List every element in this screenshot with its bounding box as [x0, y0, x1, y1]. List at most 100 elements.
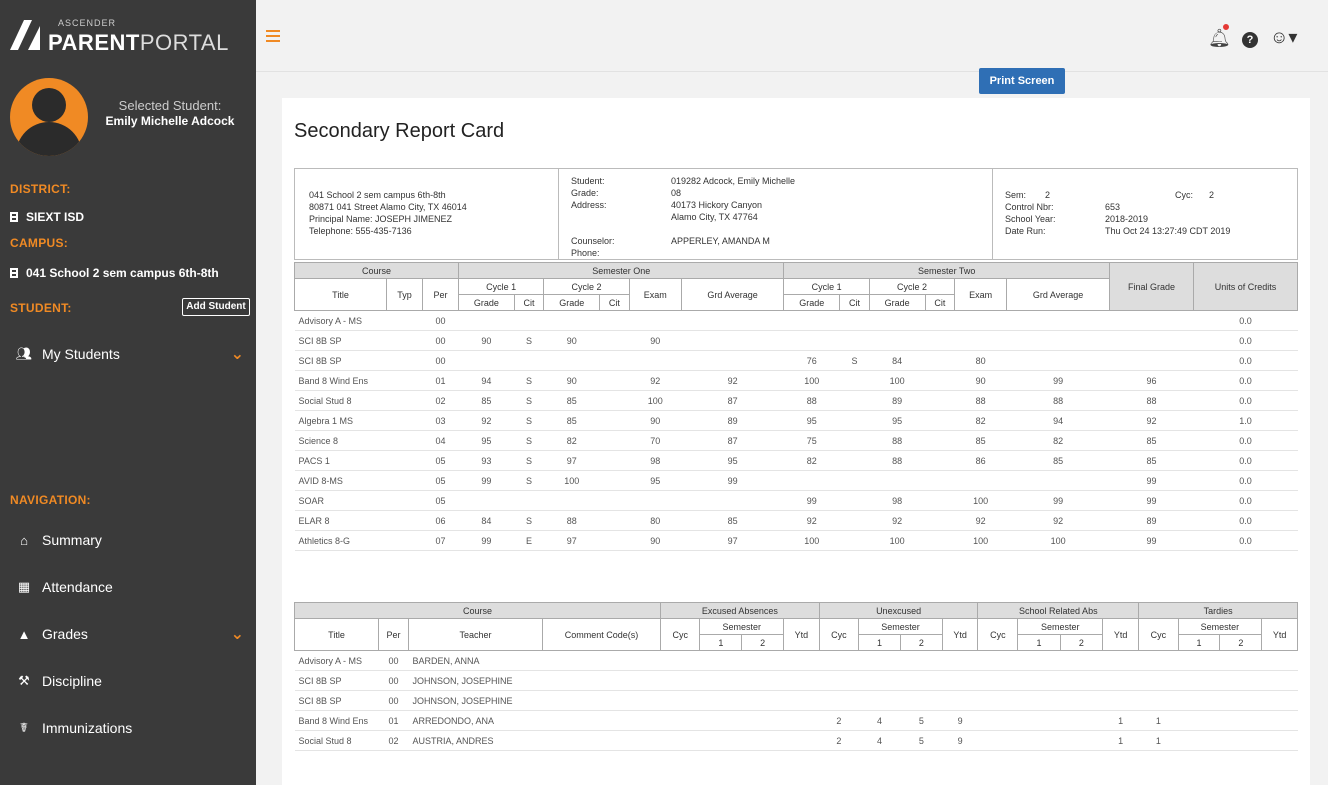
- table-row: AVID 8-MS 05 99 S 100 95 99 99 0.0: [294, 470, 1298, 491]
- table-cell: 82: [543, 430, 600, 451]
- table-cell: Advisory A - MS: [294, 310, 387, 331]
- grades-table: Course Semester One Semester Two Final G…: [294, 262, 1298, 551]
- table-cell: [925, 370, 955, 391]
- brand-logo[interactable]: ASCENDER PARENTPORTAL: [0, 0, 256, 72]
- table-cell: [839, 370, 870, 391]
- table-cell: [599, 510, 630, 531]
- table-cell: [741, 690, 784, 711]
- school-related-abs-header: School Related Abs: [977, 602, 1140, 619]
- table-cell: [839, 530, 870, 551]
- table-cell: 88: [1006, 390, 1110, 411]
- table-cell: 96: [1109, 370, 1194, 391]
- table-cell: [386, 470, 423, 491]
- semester-2-subheader: 2: [741, 634, 785, 651]
- table-cell: 90: [543, 330, 600, 351]
- table-cell: [599, 350, 630, 371]
- table-cell: 94: [1006, 410, 1110, 431]
- page-title: Secondary Report Card: [294, 120, 505, 142]
- table-cell: 88: [1109, 390, 1194, 411]
- table-cell: 84: [869, 350, 926, 371]
- table-cell: SCI 8B SP: [294, 690, 379, 711]
- table-cell: [783, 310, 840, 331]
- nav-grades[interactable]: ▲ Grades ⌄: [14, 622, 250, 646]
- help-icon[interactable]: ?: [1242, 32, 1258, 48]
- campus-label: CAMPUS:: [10, 236, 69, 250]
- typ-header: Typ: [386, 278, 423, 311]
- my-students-menu[interactable]: 👥︎ My Students ⌄: [14, 342, 250, 366]
- table-row: Athletics 8-G 07 99 E 97 90 97 100 100 100 100 99 0.…: [294, 530, 1298, 551]
- table-cell: 100: [783, 530, 840, 551]
- chevron-down-icon: ⌄: [230, 626, 244, 643]
- cit-subheader: Cit: [513, 294, 545, 311]
- ytd-header: Ytd: [1102, 618, 1140, 651]
- table-cell: [386, 430, 423, 451]
- counselor-field: Counselor: APPERLEY, AMANDA M: [571, 236, 770, 246]
- cycle1-header: Cycle 1: [457, 278, 545, 295]
- table-cell: 89: [869, 390, 926, 411]
- table-cell: [542, 670, 661, 691]
- graduation-cap-icon: ▲: [17, 626, 31, 642]
- district-value: SIEXT ISD: [10, 210, 84, 224]
- semester-header: Semester: [1177, 618, 1263, 635]
- table-cell: 94: [458, 370, 515, 391]
- table-cell: 00: [378, 690, 409, 711]
- table-cell: E: [514, 530, 544, 551]
- table-cell: 0.0: [1193, 330, 1298, 351]
- table-row: Social Stud 8 02 85 S 85 100 87 88 89 88 88 88 0.0: [294, 390, 1298, 411]
- nav-attendance[interactable]: ▦ Attendance: [14, 575, 250, 599]
- phone-field: Phone:: [571, 248, 600, 258]
- table-cell: JOHNSON, JOSEPHINE: [408, 690, 543, 711]
- table-row: SCI 8B SP 00 76 S 84 80 0.0: [294, 350, 1298, 371]
- medkit-icon: ☤: [19, 720, 29, 735]
- print-screen-button[interactable]: Print Screen: [979, 68, 1065, 94]
- table-cell: [925, 470, 955, 491]
- nav-discipline[interactable]: ⚒ Discipline: [14, 669, 250, 693]
- grade-subheader: Grade: [783, 294, 841, 311]
- add-student-button[interactable]: Add Student: [182, 298, 250, 316]
- per-header: Per: [422, 278, 459, 311]
- table-cell: [1060, 710, 1103, 731]
- table-cell: [386, 450, 423, 471]
- table-cell: 89: [681, 410, 784, 431]
- table-cell: 85: [543, 410, 600, 431]
- table-cell: [839, 450, 870, 471]
- avatar[interactable]: [10, 78, 88, 156]
- table-cell: [599, 330, 630, 351]
- table-row: Advisory A - MS 00 0.0: [294, 310, 1298, 331]
- table-cell: 00: [422, 350, 459, 371]
- table-row: Algebra 1 MS 03 92 S 85 90 89 95 95 82 94 92 1.0: [294, 410, 1298, 431]
- date-run: Date Run: Thu Oct 24 13:27:49 CDT 2019: [1005, 226, 1231, 236]
- main-content: Secondary Report Card 041 School 2 sem c…: [256, 72, 1328, 785]
- hamburger-menu-icon[interactable]: [266, 30, 280, 42]
- table-cell: [1006, 330, 1110, 351]
- table-cell: [542, 650, 661, 671]
- table-cell: [839, 310, 870, 331]
- table-row: ELAR 8 06 84 S 88 80 85 92 92 92 92 89 0.0: [294, 510, 1298, 531]
- nav-summary[interactable]: ⌂ Summary: [14, 528, 250, 552]
- title-header: Title: [294, 618, 379, 651]
- excused-absences-header: Excused Absences: [660, 602, 820, 619]
- table-cell: [699, 730, 742, 751]
- table-cell: [386, 310, 423, 331]
- nav-immunizations[interactable]: ☤ Immunizations: [14, 716, 250, 740]
- report-card-panel: Secondary Report Card 041 School 2 sem c…: [282, 98, 1310, 785]
- table-cell: 06: [422, 510, 459, 531]
- user-menu-icon[interactable]: ☺▾: [1270, 27, 1297, 48]
- table-cell: 0.0: [1193, 310, 1298, 331]
- table-cell: [942, 650, 978, 671]
- school-telephone: Telephone: 555-435-7136: [309, 226, 412, 236]
- table-cell: [858, 690, 901, 711]
- table-cell: 2: [819, 710, 859, 731]
- table-cell: AUSTRIA, ANDRES: [408, 730, 543, 751]
- course-group-header: Course: [294, 602, 661, 619]
- table-cell: [1017, 670, 1061, 691]
- building-icon: [10, 268, 18, 278]
- grade-subheader: Grade: [543, 294, 601, 311]
- table-cell: Social Stud 8: [294, 390, 387, 411]
- semester-header: Semester: [699, 618, 785, 635]
- report-meta: Sem: 2 Cyc: 2 Control Nbr: 653 School Year: 2…: [993, 169, 1297, 259]
- table-cell: 02: [378, 730, 409, 751]
- table-cell: [386, 350, 423, 371]
- table-cell: 97: [543, 450, 600, 471]
- table-cell: [681, 330, 784, 351]
